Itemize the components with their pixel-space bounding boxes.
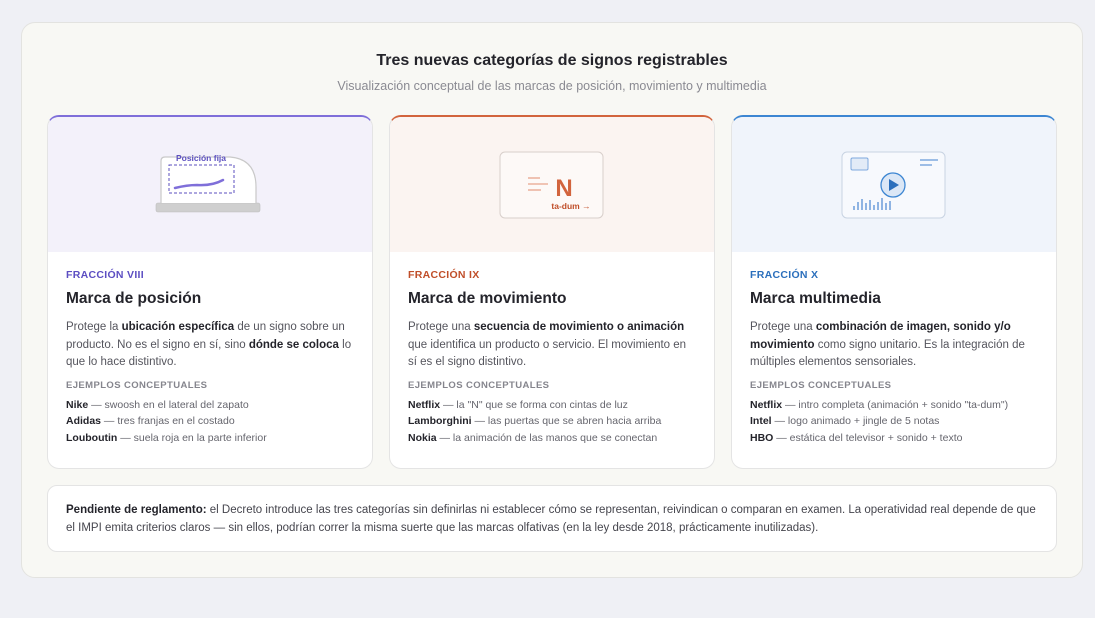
example-item: HBO — estática del televisor + sonido + … bbox=[750, 430, 1038, 447]
examples-list: Nike — swoosh en el lateral del zapato Ad… bbox=[66, 397, 354, 447]
multimedia-mark-illustration bbox=[732, 117, 1056, 252]
example-brand: Nokia bbox=[408, 431, 437, 444]
examples-heading: EJEMPLOS CONCEPTUALES bbox=[750, 379, 892, 391]
example-item: Netflix — intro completa (animación + so… bbox=[750, 397, 1038, 414]
position-mark-illustration: Posición fija bbox=[48, 117, 372, 252]
fraction-label: FRACCIÓN X bbox=[750, 269, 819, 281]
example-item: Louboutin — suela roja en la parte infer… bbox=[66, 430, 354, 447]
sound-label: ta-dum → bbox=[551, 201, 590, 211]
card-title: Marca de movimiento bbox=[408, 290, 567, 307]
example-brand: Netflix bbox=[408, 398, 441, 411]
examples-heading: EJEMPLOS CONCEPTUALES bbox=[408, 379, 550, 391]
card-description: Protege la ubicación específica de un si… bbox=[66, 319, 354, 372]
example-item: Adidas — tres franjas en el costado bbox=[66, 413, 354, 430]
example-brand: HBO bbox=[750, 431, 774, 444]
example-text: — swoosh en el lateral del zapato bbox=[88, 398, 249, 411]
example-brand: Louboutin bbox=[66, 431, 118, 444]
example-item: Netflix — la "N" que se forma con cintas… bbox=[408, 397, 696, 414]
examples-list: Netflix — intro completa (animación + so… bbox=[750, 397, 1038, 447]
note-label: Pendiente de reglamento: bbox=[66, 504, 207, 516]
video-player-icon bbox=[841, 151, 946, 219]
card-posicion: Posición fija FRACCIÓN VIII Marca de pos… bbox=[47, 115, 373, 469]
example-item: Intel — logo animado + jingle de 5 notas bbox=[750, 413, 1038, 430]
regulation-note: Pendiente de reglamento: el Decreto intr… bbox=[47, 485, 1057, 552]
description-text: que identifica un producto o servicio. E… bbox=[408, 338, 687, 369]
example-brand: Adidas bbox=[66, 415, 102, 427]
animated-letter: N bbox=[555, 175, 572, 202]
example-brand: Nike bbox=[66, 398, 89, 411]
examples-heading: EJEMPLOS CONCEPTUALES bbox=[66, 379, 208, 391]
example-text: — suela roja en la parte inferior bbox=[117, 431, 267, 444]
description-text: Protege una bbox=[408, 321, 474, 333]
example-text: — las puertas que se abren hacia arriba bbox=[471, 415, 662, 427]
example-text: — la "N" que se forma con cintas de luz bbox=[440, 398, 628, 411]
description-text: Protege una bbox=[750, 321, 816, 333]
motion-mark-illustration: N ta-dum → bbox=[390, 117, 714, 252]
emphasis-text: secuencia de movimiento o animación bbox=[473, 321, 685, 333]
fraction-label: FRACCIÓN IX bbox=[408, 269, 480, 281]
emphasis-text: dónde se coloca bbox=[248, 338, 339, 351]
fraction-label: FRACCIÓN VIII bbox=[66, 269, 144, 281]
example-item: Nokia — la animación de las manos que se… bbox=[408, 430, 696, 447]
animation-frame-icon: N ta-dum → bbox=[499, 151, 604, 219]
card-description: Protege una secuencia de movimiento o an… bbox=[408, 319, 696, 372]
example-item: Lamborghini — las puertas que se abren h… bbox=[408, 413, 696, 430]
example-text: — intro completa (animación + sonido "ta… bbox=[782, 398, 1009, 411]
example-brand: Intel bbox=[750, 415, 772, 427]
page-title: Tres nuevas categorías de signos registr… bbox=[376, 52, 728, 69]
examples-list: Netflix — la "N" que se forma con cintas… bbox=[408, 397, 696, 447]
example-brand: Netflix bbox=[750, 398, 783, 411]
card-description: Protege una combinación de imagen, sonid… bbox=[750, 319, 1038, 372]
emphasis-text: ubicación específica bbox=[121, 321, 235, 333]
example-text: — logo animado + jingle de 5 notas bbox=[771, 415, 940, 427]
page-subtitle: Visualización conceptual de las marcas d… bbox=[337, 79, 767, 93]
shoe-icon: Posición fija bbox=[155, 153, 261, 213]
note-text: el Decreto introduce las tres categorías… bbox=[66, 504, 1036, 534]
card-title: Marca de posición bbox=[66, 290, 202, 307]
description-text: Protege la bbox=[66, 321, 122, 333]
position-label: Posición fija bbox=[176, 153, 226, 163]
example-brand: Lamborghini bbox=[408, 415, 472, 427]
example-item: Nike — swoosh en el lateral del zapato bbox=[66, 397, 354, 414]
card-movimiento: N ta-dum → FRACCIÓN IX Marca de movimien… bbox=[389, 115, 715, 469]
card-multimedia: FRACCIÓN X Marca multimedia Protege una … bbox=[731, 115, 1057, 469]
example-text: — la animación de las manos que se conec… bbox=[436, 431, 658, 444]
example-text: — estática del televisor + sonido + text… bbox=[773, 431, 963, 444]
example-text: — tres franjas en el costado bbox=[101, 415, 235, 427]
card-title: Marca multimedia bbox=[750, 290, 881, 307]
infographic-panel: Tres nuevas categorías de signos registr… bbox=[21, 22, 1083, 578]
